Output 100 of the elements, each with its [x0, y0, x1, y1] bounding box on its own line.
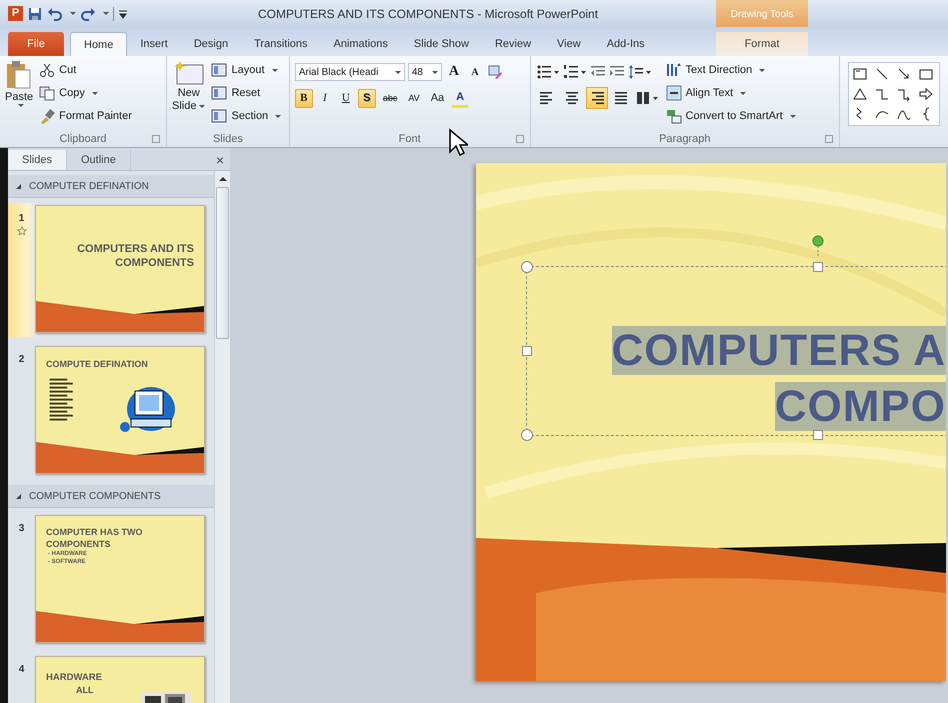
slide-title: HARDWARE	[45, 671, 103, 685]
ribbon-tab[interactable]: Design	[180, 32, 242, 56]
grow-font-button[interactable]: A	[444, 62, 463, 82]
slides-command[interactable]: Reset	[211, 83, 282, 103]
block-arrow-icon[interactable]	[918, 86, 934, 102]
clipboard-icon	[6, 60, 32, 90]
paragraph-command[interactable]: Convert to SmartArt	[666, 106, 796, 126]
line-spacing-icon[interactable]	[628, 64, 652, 80]
slides-command[interactable]: Section	[211, 106, 282, 126]
new-slide-icon	[174, 60, 204, 86]
new-slide-button[interactable]: New Slide	[172, 60, 206, 131]
line-icon[interactable]	[874, 66, 890, 82]
caret-icon	[92, 92, 98, 94]
slide-title: COMPUTERS A	[612, 326, 946, 375]
pane-tab[interactable]: Slides	[8, 150, 67, 170]
section-title: COMPUTER COMPONENTS	[29, 490, 161, 502]
slide-thumbnail[interactable]: HARDWARE ALL	[35, 656, 205, 703]
section-header[interactable]: COMPUTER COMPONENTS	[8, 485, 214, 508]
slide-thumbnail[interactable]: COMPUTERS AND ITS COMPONENTS	[35, 205, 205, 333]
ribbon-tab[interactable]: Slide Show	[400, 32, 482, 56]
clipboard-command[interactable]: Format Painter	[39, 106, 132, 126]
group-label: Slides	[212, 133, 243, 145]
slide-number: 3	[18, 523, 24, 534]
format-button[interactable]: AV	[404, 88, 424, 108]
ribbon-tab[interactable]: Transitions	[241, 32, 320, 56]
brush-icon	[39, 108, 56, 124]
clipboard-command[interactable]: Cut	[39, 60, 132, 80]
ribbon-tab[interactable]: Add-Ins	[594, 32, 658, 56]
group-label: Font	[398, 133, 421, 145]
copy-icon	[39, 85, 56, 101]
format-button[interactable]: I	[316, 88, 334, 108]
layout-icon	[211, 62, 228, 78]
slide-number: 1	[18, 213, 24, 224]
clipboard-command[interactable]: Copy	[39, 83, 132, 103]
slides-command[interactable]: Layout	[211, 60, 282, 80]
align-icon[interactable]	[586, 87, 608, 109]
resize-handle[interactable]	[813, 430, 823, 440]
triangle-icon[interactable]	[852, 86, 868, 102]
caret-icon	[199, 104, 206, 108]
caret-icon[interactable]	[103, 12, 109, 15]
slide-title: COMPUTE DEFINATION	[45, 358, 149, 371]
format-button[interactable]: B	[294, 88, 313, 108]
resize-handle[interactable]	[813, 262, 823, 272]
customize-icon[interactable]	[118, 8, 128, 18]
ribbon-tab[interactable]: Home	[70, 32, 128, 56]
paragraph-command[interactable]: Text Direction	[666, 60, 796, 80]
slide-title: COMPUTER HAS TWO COMPONENTS	[45, 526, 144, 550]
ribbon-tab[interactable]: Review	[482, 32, 544, 56]
section-title: COMPUTER DEFINATION	[29, 180, 149, 192]
resize-handle[interactable]	[522, 346, 532, 356]
app-logo: P	[8, 6, 23, 21]
rotate-handle[interactable]	[812, 235, 824, 259]
format-button[interactable]: A	[451, 88, 470, 108]
cursor-icon	[448, 128, 468, 158]
file-tab[interactable]: File	[8, 32, 64, 56]
slide-thumbnail[interactable]: COMPUTE DEFINATION	[35, 346, 205, 474]
caret-icon[interactable]	[70, 12, 76, 15]
pane-tab[interactable]: Outline	[66, 150, 131, 170]
save-icon[interactable]	[27, 6, 43, 22]
slide-title: COMPUTERS AND ITS COMPONENTS	[76, 242, 195, 270]
ribbon-tab[interactable]: View	[544, 32, 594, 56]
format-button[interactable]: U	[336, 88, 355, 108]
ribbon-tab[interactable]: Insert	[127, 32, 181, 56]
paste-button[interactable]: Paste	[5, 60, 34, 131]
text-direction-icon	[666, 62, 682, 78]
font-name-field[interactable]: Arial Black (Headi	[294, 63, 405, 81]
font-size-field[interactable]: 48	[408, 63, 442, 81]
group-label: Clipboard	[59, 133, 107, 145]
numbering-icon[interactable]	[562, 64, 587, 80]
ribbon-tab[interactable]: Animations	[320, 32, 401, 56]
clear-formatting-icon[interactable]	[486, 64, 503, 80]
format-button[interactable]: abc	[378, 88, 402, 108]
align-text-icon	[666, 85, 682, 101]
window-title: COMPUTERS AND ITS COMPONENTS - Microsoft PowerPoint	[258, 6, 598, 20]
contextual-tab-header: Drawing Tools	[716, 0, 808, 27]
redo-icon[interactable]	[80, 6, 96, 22]
caret-icon	[432, 70, 438, 74]
slide-number: 4	[18, 664, 24, 675]
paragraph-command[interactable]: Align Text	[666, 83, 796, 103]
caret-icon	[740, 92, 746, 94]
close-button[interactable]: ×	[216, 150, 224, 170]
caret-icon	[275, 114, 282, 118]
caret-icon	[394, 70, 401, 74]
section-header[interactable]: COMPUTER DEFINATION	[8, 175, 214, 198]
collapse-icon[interactable]	[16, 494, 21, 498]
format-button[interactable]: Aa	[426, 88, 448, 108]
undo-icon[interactable]	[47, 6, 63, 22]
scrollbar[interactable]	[214, 171, 230, 703]
text-box-icon[interactable]	[852, 66, 868, 82]
format-button[interactable]: S	[358, 88, 376, 108]
bullet-text: ALL	[76, 685, 94, 696]
shrink-font-button[interactable]: A	[466, 62, 484, 82]
collapse-icon[interactable]	[16, 184, 21, 188]
ribbon-tab[interactable]: Format	[716, 32, 808, 56]
smartart-icon	[666, 108, 682, 124]
layout-icon	[211, 108, 228, 124]
scissors-icon	[39, 62, 56, 78]
bullets-icon[interactable]	[536, 64, 560, 80]
columns-icon[interactable]	[636, 90, 660, 106]
caret-icon	[759, 68, 766, 72]
